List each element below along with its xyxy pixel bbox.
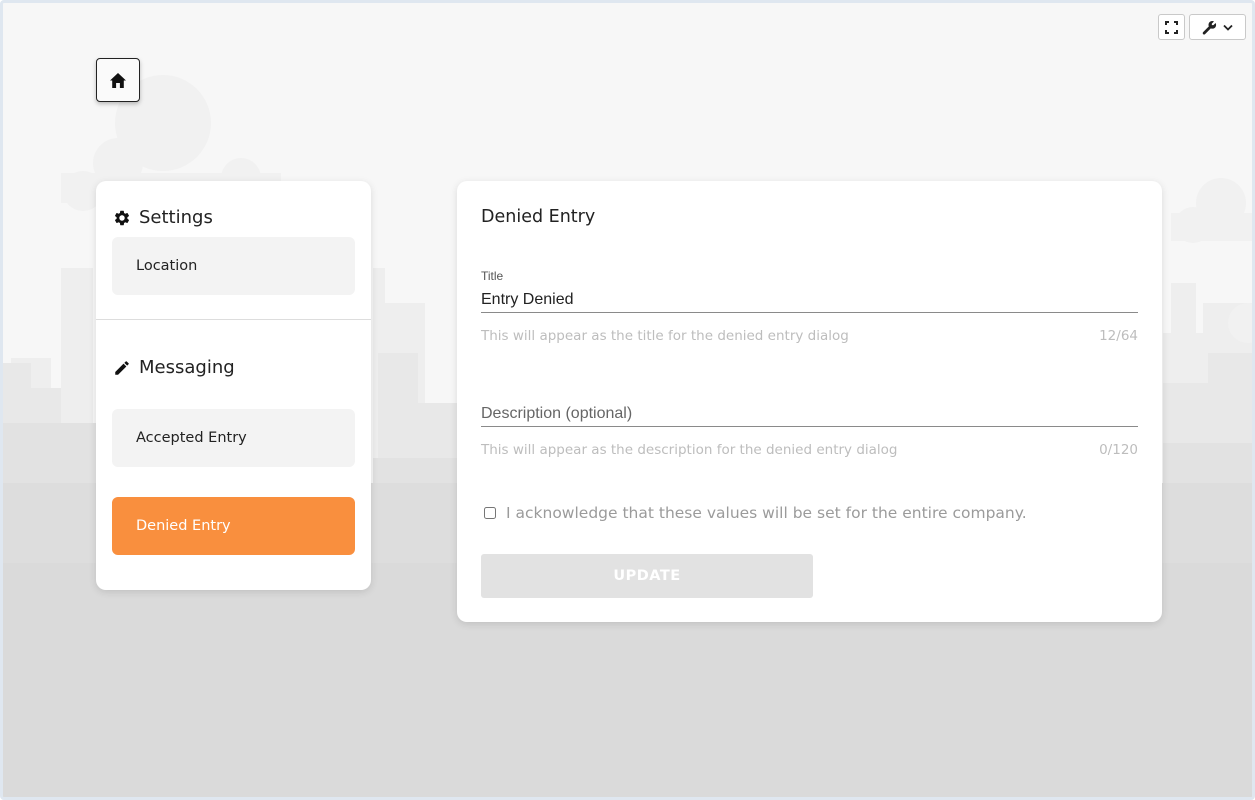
title-input[interactable] [481,287,1138,313]
home-button[interactable] [96,58,140,102]
gear-icon [114,210,130,225]
wrench-icon [1202,20,1217,34]
title-helper-text: This will appear as the title for the de… [481,328,849,344]
chevron-down-icon [1223,24,1233,31]
sidebar-item-location[interactable]: Location [112,237,355,295]
title-field-label: Title [481,269,504,283]
title-char-counter: 12/64 [1099,328,1138,344]
settings-menu-button[interactable] [1189,14,1246,40]
sidebar-divider [96,319,371,320]
acknowledge-row[interactable]: I acknowledge that these values will be … [484,504,1027,522]
fullscreen-button[interactable] [1158,14,1185,40]
pencil-icon [115,360,129,375]
description-char-counter: 0/120 [1099,442,1138,458]
sidebar-item-accepted-entry[interactable]: Accepted Entry [112,409,355,467]
sidebar-item-label: Accepted Entry [136,430,247,446]
denied-entry-panel: Denied Entry Title This will appear as t… [457,181,1162,622]
settings-heading-label: Settings [139,207,213,228]
update-button[interactable]: UPDATE [481,554,813,598]
sidebar-item-denied-entry[interactable]: Denied Entry [112,497,355,555]
acknowledge-label: I acknowledge that these values will be … [506,504,1027,522]
description-input[interactable] [481,401,1138,427]
sidebar-item-label: Denied Entry [136,518,231,534]
messaging-heading-label: Messaging [139,357,235,378]
settings-sidebar: Settings Location Messaging Accepted Ent… [96,181,371,590]
fullscreen-icon [1165,20,1178,34]
page-title: Denied Entry [481,207,596,227]
description-helper-text: This will appear as the description for … [481,442,898,458]
settings-heading: Settings [113,207,213,228]
home-icon [110,72,126,88]
sidebar-item-label: Location [136,258,198,274]
messaging-heading: Messaging [113,357,235,378]
acknowledge-checkbox[interactable] [484,507,496,519]
app-window: Settings Location Messaging Accepted Ent… [0,0,1255,800]
